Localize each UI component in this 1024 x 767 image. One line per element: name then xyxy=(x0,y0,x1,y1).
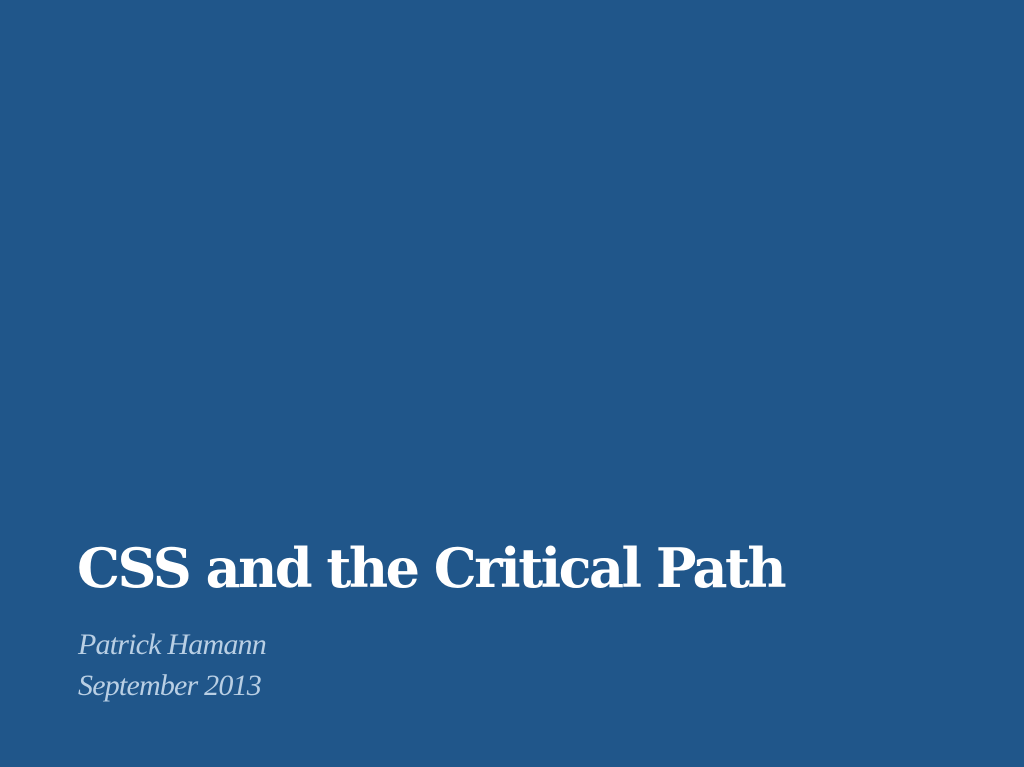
author-name: Patrick Hamann xyxy=(78,628,267,661)
slide-meta: Patrick Hamann September 2013 xyxy=(78,624,267,706)
presentation-date: September 2013 xyxy=(78,669,262,702)
title-slide: CSS and the Critical Path Patrick Hamann… xyxy=(0,0,1024,767)
slide-title: CSS and the Critical Path xyxy=(77,536,787,600)
